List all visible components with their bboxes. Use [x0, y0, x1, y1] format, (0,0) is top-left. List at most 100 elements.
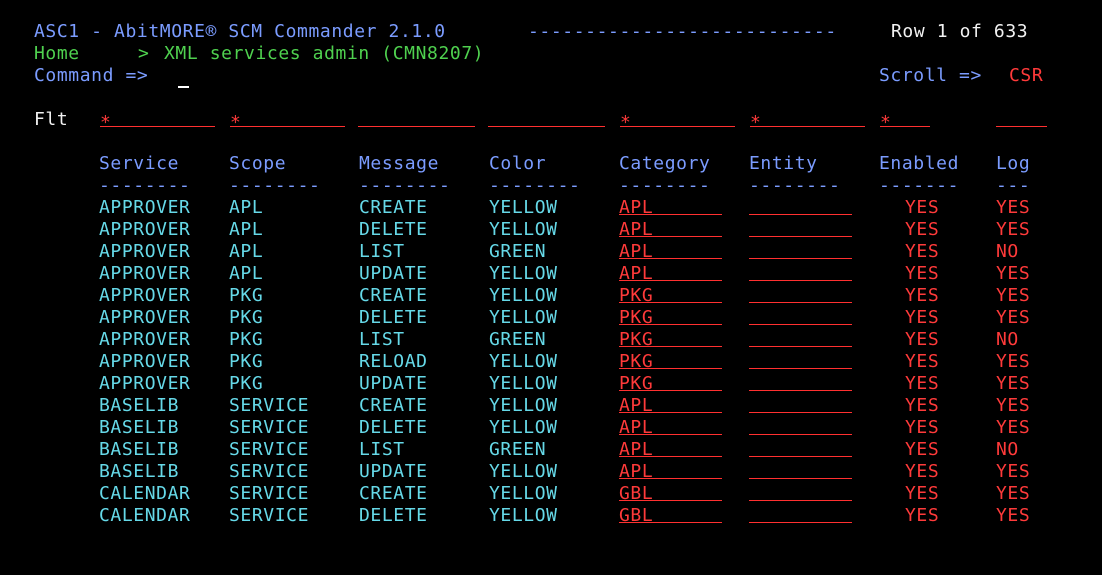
cell-enabled-input[interactable]: YES [905, 417, 939, 439]
cell-service: BASELIB [99, 439, 180, 460]
cell-log-input[interactable]: YES [996, 197, 1030, 219]
cell-log-input[interactable]: YES [996, 417, 1030, 439]
cell-color: GREEN [489, 329, 547, 350]
cell-category-underline [619, 390, 722, 391]
cell-category-input[interactable]: APL [619, 439, 653, 461]
cell-message: DELETE [359, 417, 428, 438]
cell-service: BASELIB [99, 417, 180, 438]
col-sep-category: -------- [619, 175, 711, 196]
cell-enabled-input[interactable]: YES [905, 373, 939, 395]
cell-enabled-input[interactable]: YES [905, 329, 939, 351]
cell-color: YELLOW [489, 461, 558, 482]
cell-enabled-input[interactable]: YES [905, 307, 939, 329]
cell-service: APPROVER [99, 285, 191, 306]
filter-entity-value: * [750, 112, 761, 133]
col-header-service: Service [99, 153, 180, 174]
home-link[interactable]: Home [34, 43, 80, 65]
cell-enabled-input[interactable]: YES [905, 219, 939, 241]
cell-enabled-input[interactable]: YES [905, 351, 939, 373]
cell-category-input[interactable]: PKG [619, 285, 653, 307]
cell-log-input[interactable]: YES [996, 285, 1030, 307]
cell-service: APPROVER [99, 329, 191, 350]
cell-category-underline [619, 258, 722, 259]
cell-log-input[interactable]: YES [996, 395, 1030, 417]
cell-category-underline [619, 522, 722, 523]
cell-category-input[interactable]: APL [619, 219, 653, 241]
cell-category-input[interactable]: PKG [619, 373, 653, 395]
cell-category-input[interactable]: APL [619, 197, 653, 219]
cell-category-input[interactable]: PKG [619, 307, 653, 329]
cell-category-underline [619, 412, 722, 413]
cell-category-underline [619, 280, 722, 281]
breadcrumb-arrow: > [138, 43, 150, 64]
filter-color-field[interactable] [488, 126, 605, 127]
cell-log-input[interactable]: NO [996, 329, 1019, 351]
cell-scope: SERVICE [229, 417, 310, 438]
cell-service: APPROVER [99, 241, 191, 262]
cell-service: CALENDAR [99, 483, 191, 504]
cell-service: APPROVER [99, 351, 191, 372]
cell-message: UPDATE [359, 373, 428, 394]
filter-message-field[interactable] [358, 126, 475, 127]
cell-log-input[interactable]: YES [996, 307, 1030, 329]
cell-category-input[interactable]: PKG [619, 351, 653, 373]
cell-category-input[interactable]: GBL [619, 483, 653, 505]
cell-color: GREEN [489, 241, 547, 262]
cell-enabled-input[interactable]: YES [905, 395, 939, 417]
cell-color: YELLOW [489, 219, 558, 240]
cell-message: CREATE [359, 483, 428, 504]
col-header-entity: Entity [749, 153, 818, 174]
cell-log-input[interactable]: NO [996, 241, 1019, 263]
cell-category-input[interactable]: APL [619, 461, 653, 483]
cell-entity-underline [749, 236, 852, 237]
cell-category-input[interactable]: APL [619, 241, 653, 263]
scroll-input[interactable]: CSR [1009, 65, 1043, 87]
cell-category-input[interactable]: GBL [619, 505, 653, 527]
cell-scope: SERVICE [229, 483, 310, 504]
cell-log-input[interactable]: YES [996, 263, 1030, 285]
cell-enabled-input[interactable]: YES [905, 285, 939, 307]
cell-category-underline [619, 434, 722, 435]
cell-category-input[interactable]: APL [619, 395, 653, 417]
cell-log-input[interactable]: YES [996, 373, 1030, 395]
cell-log-input[interactable]: YES [996, 483, 1030, 505]
cell-entity-underline [749, 302, 852, 303]
cell-log-input[interactable]: NO [996, 439, 1019, 461]
cell-scope: SERVICE [229, 461, 310, 482]
col-header-log: Log [996, 153, 1031, 174]
cell-enabled-input[interactable]: YES [905, 461, 939, 483]
command-input[interactable] [178, 86, 189, 88]
cell-log-input[interactable]: YES [996, 505, 1030, 527]
cell-category-underline [619, 456, 722, 457]
cell-enabled-input[interactable]: YES [905, 483, 939, 505]
cell-enabled-input[interactable]: YES [905, 241, 939, 263]
cell-scope: SERVICE [229, 439, 310, 460]
cell-log-input[interactable]: YES [996, 351, 1030, 373]
col-sep-service: -------- [99, 175, 191, 196]
cell-message: CREATE [359, 197, 428, 218]
cell-category-input[interactable]: APL [619, 263, 653, 285]
cell-service: BASELIB [99, 461, 180, 482]
filter-scope-underline [230, 126, 345, 127]
cell-enabled-input[interactable]: YES [905, 197, 939, 219]
cell-entity-underline [749, 214, 852, 215]
cell-message: CREATE [359, 395, 428, 416]
cell-category-input[interactable]: APL [619, 417, 653, 439]
cell-category-input[interactable]: PKG [619, 329, 653, 351]
cell-enabled-input[interactable]: YES [905, 263, 939, 285]
cell-category-underline [619, 324, 722, 325]
command-label: Command => [34, 65, 149, 86]
filter-service-underline [100, 126, 215, 127]
cell-enabled-input[interactable]: YES [905, 505, 939, 527]
cell-message: LIST [359, 439, 405, 460]
cell-log-input[interactable]: YES [996, 461, 1030, 483]
col-header-color: Color [489, 153, 547, 174]
cell-service: BASELIB [99, 395, 180, 416]
cell-log-input[interactable]: YES [996, 219, 1030, 241]
cell-enabled-input[interactable]: YES [905, 439, 939, 461]
cell-scope: PKG [229, 307, 264, 328]
filter-log-field[interactable] [996, 126, 1047, 127]
screen-name: XML services admin (CMN8207) [164, 43, 485, 64]
cell-entity-underline [749, 390, 852, 391]
cell-color: YELLOW [489, 417, 558, 438]
